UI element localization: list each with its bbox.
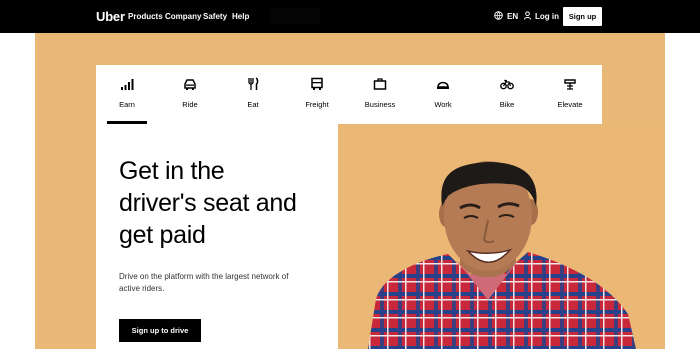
tab-label: Work	[434, 100, 452, 109]
tab-label: Business	[364, 100, 396, 109]
tab-work[interactable]: Work	[417, 65, 469, 124]
tab-bike[interactable]: Bike	[481, 65, 533, 124]
tab-eat[interactable]: Eat	[227, 65, 279, 124]
headline-line: driver's seat and	[119, 189, 297, 217]
tab-label: Earn	[119, 100, 135, 109]
login-link[interactable]: Log in	[535, 12, 559, 21]
truck-icon	[311, 77, 323, 90]
signup-button[interactable]: Sign up	[563, 7, 602, 26]
tab-label: Eat	[247, 100, 259, 109]
nav-products[interactable]: Products	[128, 12, 163, 21]
tab-elevate[interactable]: Elevate	[544, 65, 596, 124]
tab-business[interactable]: Business	[354, 65, 406, 124]
tab-label: Freight	[305, 100, 329, 109]
bike-icon	[500, 79, 514, 90]
uber-logo[interactable]: Uber	[96, 9, 125, 24]
car-icon	[184, 79, 196, 90]
headline-line: get paid	[119, 221, 206, 249]
hero-description: Drive on the platform with the largest n…	[119, 271, 319, 295]
tab-freight[interactable]: Freight	[291, 65, 343, 124]
person-icon[interactable]	[523, 11, 532, 20]
hidden-nav-slot	[270, 8, 320, 24]
utensils-icon	[248, 77, 259, 90]
globe-icon[interactable]	[494, 11, 503, 20]
driver-photo	[368, 161, 636, 349]
nav-safety[interactable]: Safety	[203, 12, 227, 21]
headline-line: Get in the	[119, 157, 225, 185]
tab-ride[interactable]: Ride	[164, 65, 216, 124]
tab-label: Elevate	[557, 100, 583, 109]
sign-up-to-drive-button[interactable]: Sign up to drive	[119, 319, 201, 342]
tab-label: Bike	[499, 100, 515, 109]
bar-chart-icon	[121, 79, 134, 90]
hero-headline: Get in the driver's seat and get paid	[119, 155, 329, 251]
nav-help[interactable]: Help	[232, 12, 249, 21]
language-selector[interactable]: EN	[507, 12, 518, 21]
briefcase-icon	[373, 78, 387, 90]
description-line: Drive on the platform with the largest n…	[119, 272, 289, 281]
elevate-icon	[564, 79, 576, 90]
description-line: active riders.	[119, 284, 165, 293]
product-tabs: Earn Ride Eat Freight Business Work Bike…	[96, 65, 602, 124]
tab-label: Ride	[182, 100, 198, 109]
nav-company[interactable]: Company	[165, 12, 201, 21]
helmet-icon	[437, 81, 449, 89]
top-navigation-bar: Uber Products Company Safety Help EN Log…	[0, 0, 700, 33]
tab-earn[interactable]: Earn	[101, 65, 153, 124]
